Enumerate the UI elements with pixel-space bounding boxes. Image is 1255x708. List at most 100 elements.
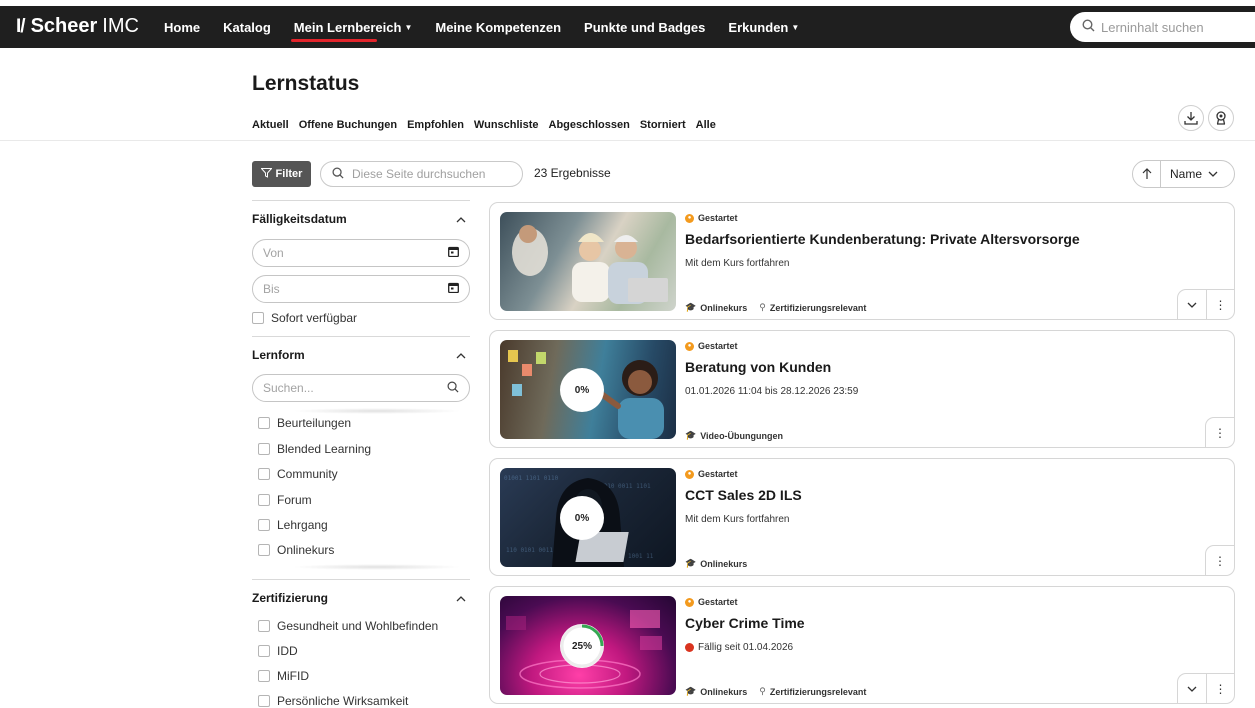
checkbox-idd[interactable]: IDD [258, 644, 298, 658]
brand-logo[interactable]: Ɩ/ Scheer IMC [16, 15, 139, 38]
course-thumbnail[interactable]: 01001 1101 0110 1010 0011 1101 110 0101 … [500, 468, 676, 567]
status-text: Gestartet [698, 341, 738, 351]
course-type: Onlinekurs [700, 302, 748, 313]
sort-direction-button[interactable] [1133, 161, 1161, 187]
certificate-button[interactable] [1208, 105, 1234, 131]
more-options-button[interactable]: ⋮ [1206, 546, 1234, 575]
course-meta: 🎓 Onlinekurs [685, 558, 747, 569]
filter-button[interactable]: Filter [252, 161, 311, 187]
calendar-icon[interactable] [448, 282, 459, 296]
download-button[interactable] [1178, 105, 1204, 131]
svg-text:01001 1101 0110: 01001 1101 0110 [504, 475, 559, 482]
tab-alle[interactable]: Alle [696, 119, 716, 131]
scroll-shadow [292, 564, 462, 570]
status-badge: ● Gestartet [685, 597, 738, 607]
checkbox[interactable] [258, 645, 270, 657]
checkbox-lehrgang[interactable]: Lehrgang [258, 518, 328, 532]
graduation-cap-icon: 🎓 [685, 686, 697, 696]
chevron-up-icon [456, 348, 466, 362]
more-options-button[interactable]: ⋮ [1206, 674, 1234, 703]
checkbox-persoenliche-wirksamkeit[interactable]: Persönliche Wirksamkeit [258, 694, 408, 708]
course-card[interactable]: ● Gestartet Bedarfsorientierte Kundenber… [489, 202, 1235, 320]
checkbox[interactable] [258, 494, 270, 506]
filter-section-learning-form[interactable]: Lernform [252, 336, 470, 372]
filter-label: Filter [275, 168, 303, 180]
date-to-field[interactable]: Bis [252, 275, 470, 303]
checkbox-forum[interactable]: Forum [258, 493, 312, 507]
tab-storniert[interactable]: Storniert [640, 119, 686, 131]
course-title[interactable]: Cyber Crime Time [685, 615, 805, 631]
checkbox[interactable] [258, 519, 270, 531]
kebab-menu-icon: ⋮ [1214, 425, 1226, 440]
course-card[interactable]: 01001 1101 0110 1010 0011 1101 110 0101 … [489, 458, 1235, 576]
nav-katalog[interactable]: Katalog [223, 20, 271, 35]
course-title[interactable]: Beratung von Kunden [685, 359, 831, 375]
started-status-icon: ● [685, 469, 694, 479]
more-options-button[interactable]: ⋮ [1206, 290, 1234, 319]
tab-wunschliste[interactable]: Wunschliste [474, 119, 539, 131]
checkbox-onlinekurs[interactable]: Onlinekurs [258, 543, 334, 557]
scroll-shadow [292, 408, 462, 414]
nav-mein-lernbereich[interactable]: Mein Lernbereich ▼ [290, 20, 412, 42]
progress-value: 0% [574, 384, 590, 396]
checkbox-sofort-verfuegbar[interactable]: Sofort verfügbar [252, 311, 357, 325]
learning-form-search-input[interactable]: Suchen... [252, 374, 470, 402]
result-count: 23 Ergebnisse [534, 166, 611, 180]
page-title: Lernstatus [252, 72, 360, 95]
checkbox[interactable] [258, 620, 270, 632]
checkbox-community[interactable]: Community [258, 467, 338, 481]
sort-control: Name [1132, 160, 1235, 188]
checkbox-label: Gesundheit und Wohlbefinden [277, 619, 439, 633]
checkbox[interactable] [252, 312, 264, 324]
filter-section-due-date[interactable]: Fälligkeitsdatum [252, 200, 470, 236]
filter-section-certification[interactable]: Zertifizierung [252, 579, 470, 615]
course-card[interactable]: 0% ● Gestartet Beratung von Kunden 01.01… [489, 330, 1235, 448]
started-status-icon: ● [685, 597, 694, 607]
checkbox[interactable] [258, 544, 270, 556]
course-date-range: 01.01.2026 11:04 bis 28.12.2026 23:59 [685, 386, 859, 397]
expand-button[interactable] [1178, 290, 1206, 319]
checkbox[interactable] [258, 695, 270, 707]
course-title[interactable]: CCT Sales 2D ILS [685, 487, 802, 503]
course-title[interactable]: Bedarfsorientierte Kundenberatung: Priva… [685, 231, 1080, 247]
course-thumbnail[interactable]: 25% [500, 596, 676, 695]
tab-abgeschlossen[interactable]: Abgeschlossen [549, 119, 630, 131]
calendar-icon[interactable] [448, 246, 459, 260]
checkbox-beurteilungen[interactable]: Beurteilungen [258, 416, 351, 430]
sort-field-select[interactable]: Name [1161, 167, 1218, 181]
nav-home[interactable]: Home [164, 20, 200, 35]
checkbox-label: Beurteilungen [277, 416, 352, 430]
sort-field-label: Name [1170, 167, 1203, 181]
course-thumbnail[interactable]: 0% [500, 340, 676, 439]
checkbox[interactable] [258, 670, 270, 682]
checkbox-mifid[interactable]: MiFID [258, 669, 309, 683]
course-card[interactable]: 25% ● Gestartet Cyber Crime Time Fällig … [489, 586, 1235, 704]
nav-meine-kompetenzen[interactable]: Meine Kompetenzen [435, 20, 561, 35]
svg-text:110 0101 0011: 110 0101 0011 [506, 547, 553, 554]
download-icon [1184, 112, 1198, 125]
global-search-input[interactable]: Lerninhalt suchen [1070, 12, 1255, 42]
global-search-placeholder: Lerninhalt suchen [1101, 19, 1204, 35]
checkbox-blended-learning[interactable]: Blended Learning [258, 442, 371, 456]
nav-punkte-und-badges[interactable]: Punkte und Badges [584, 20, 705, 35]
expand-button[interactable] [1178, 674, 1206, 703]
more-options-button[interactable]: ⋮ [1206, 418, 1234, 447]
date-to-placeholder: Bis [263, 282, 280, 296]
checkbox[interactable] [258, 468, 270, 480]
nav-erkunden[interactable]: Erkunden ▼ [728, 20, 799, 35]
checkbox-label: MiFID [277, 669, 309, 683]
brand-suffix: IMC [102, 15, 139, 37]
tab-empfohlen[interactable]: Empfohlen [407, 119, 464, 131]
checkbox[interactable] [258, 417, 270, 429]
page-search-input[interactable]: Diese Seite durchsuchen [320, 161, 523, 187]
tab-aktuell[interactable]: Aktuell [252, 119, 289, 131]
checkbox[interactable] [258, 443, 270, 455]
checkbox-label: Persönliche Wirksamkeit [277, 694, 409, 708]
date-from-field[interactable]: Von [252, 239, 470, 267]
checkbox-gesundheit[interactable]: Gesundheit und Wohlbefinden [258, 619, 438, 633]
chevron-up-icon [456, 212, 466, 226]
tab-offene-buchungen[interactable]: Offene Buchungen [299, 119, 397, 131]
course-thumbnail[interactable] [500, 212, 676, 311]
certificate-icon [1216, 111, 1226, 125]
course-type: Zertifizierungsrelevant [769, 686, 867, 697]
